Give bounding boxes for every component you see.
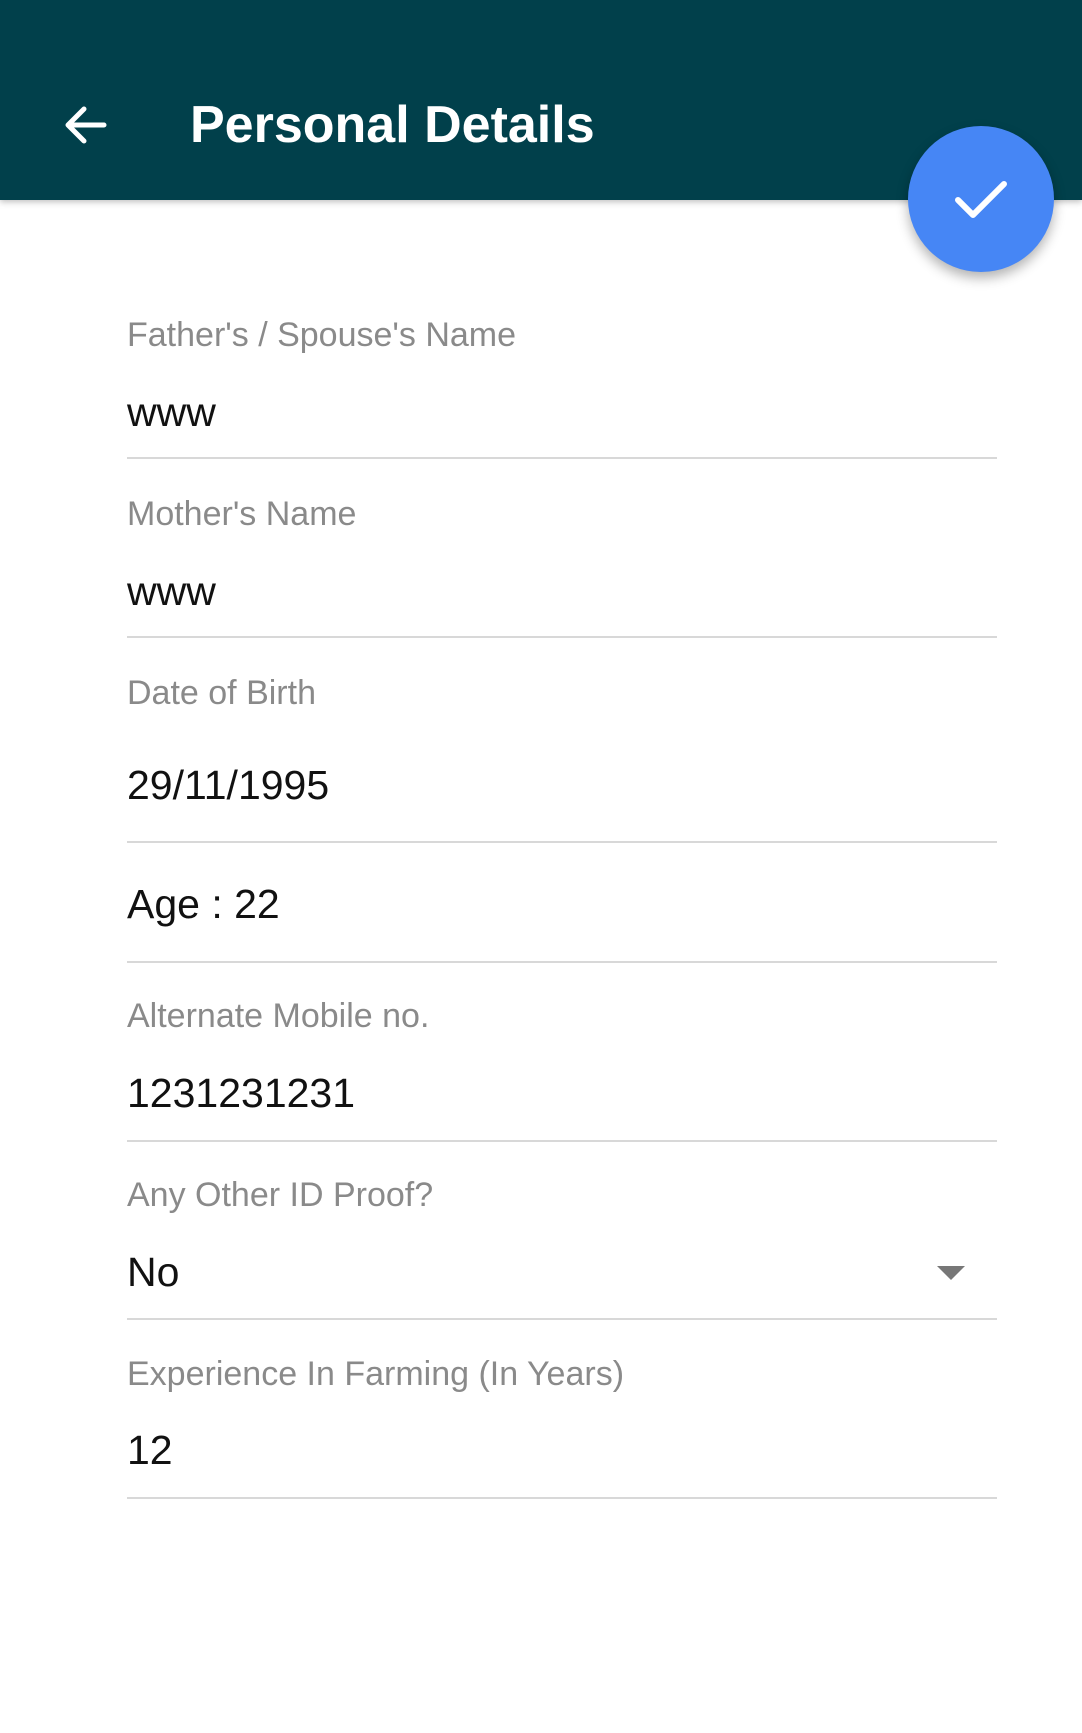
- save-button[interactable]: [908, 126, 1054, 272]
- farming-experience-input[interactable]: 12: [127, 1426, 173, 1474]
- father-spouse-name-input[interactable]: www: [127, 388, 216, 436]
- mother-name-label: Mother's Name: [127, 495, 357, 533]
- arrow-left-icon: [65, 106, 107, 144]
- alternate-mobile-field[interactable]: Alternate Mobile no. 1231231231: [127, 963, 997, 1142]
- date-of-birth-input[interactable]: 29/11/1995: [127, 761, 329, 809]
- other-id-proof-select[interactable]: No: [127, 1248, 179, 1296]
- date-of-birth-label: Date of Birth: [127, 674, 316, 712]
- mother-name-input[interactable]: www: [127, 567, 216, 615]
- age-field: Age : 22: [127, 843, 997, 963]
- farming-experience-label: Experience In Farming (In Years): [127, 1355, 625, 1393]
- father-spouse-name-label: Father's / Spouse's Name: [127, 316, 517, 354]
- mother-name-field[interactable]: Mother's Name www: [127, 479, 997, 638]
- alternate-mobile-input[interactable]: 1231231231: [127, 1069, 355, 1117]
- farming-experience-field[interactable]: Experience In Farming (In Years) 12: [127, 1320, 997, 1499]
- page-title: Personal Details: [190, 96, 595, 154]
- date-of-birth-field[interactable]: Date of Birth 29/11/1995: [127, 658, 997, 843]
- check-icon: [955, 181, 1007, 218]
- alternate-mobile-label: Alternate Mobile no.: [127, 997, 430, 1035]
- father-spouse-name-field[interactable]: Father's / Spouse's Name www: [127, 300, 997, 459]
- back-button[interactable]: [50, 90, 120, 160]
- dropdown-arrow-icon[interactable]: [937, 1266, 965, 1280]
- other-id-proof-field[interactable]: Any Other ID Proof? No: [127, 1142, 997, 1320]
- other-id-proof-label: Any Other ID Proof?: [127, 1176, 434, 1214]
- age-text: Age : 22: [127, 881, 280, 927]
